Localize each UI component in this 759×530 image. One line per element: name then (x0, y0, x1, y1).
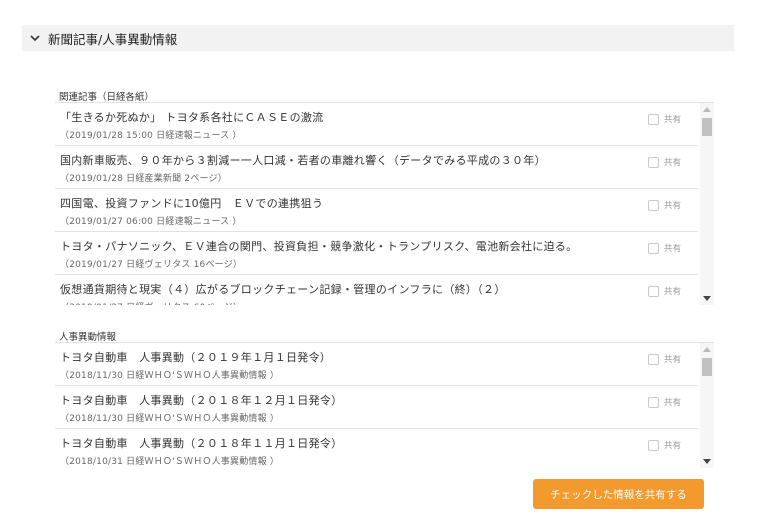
item-title-link[interactable]: 「生きるか死ぬか」 トヨタ系各社にＣＡＳＥの激流 (60, 109, 323, 125)
share-control[interactable]: 共有 (648, 396, 681, 408)
scroll-down-icon[interactable] (703, 296, 711, 301)
chevron-down-icon[interactable] (30, 33, 40, 43)
item-meta: （2019/01/27 日経ヴェリタス 16ページ） (60, 260, 243, 270)
personnel-list[interactable]: トヨタ自動車 人事異動（２０１９年１月１日発令） （2018/11/30 日経ＷＨ… (55, 342, 714, 468)
share-label: 共有 (664, 201, 682, 211)
section-header[interactable]: 新聞記事/人事異動情報 (22, 25, 734, 51)
share-label: 共有 (664, 115, 682, 125)
list-item: トヨタ・パナソニック、ＥＶ連合の関門、投資負担・競争激化・トランプリスク、電池新… (55, 232, 698, 275)
share-control[interactable]: 共有 (648, 156, 681, 168)
share-label: 共有 (664, 355, 682, 365)
articles-scrollbar[interactable] (700, 103, 714, 305)
scroll-down-icon[interactable] (703, 459, 711, 464)
share-label: 共有 (664, 287, 682, 297)
share-checkbox[interactable] (648, 113, 659, 125)
list-item: 仮想通貨期待と現実（４）広がるブロックチェーン記録・管理のインフラに（終）（２）… (55, 275, 698, 305)
share-control[interactable]: 共有 (648, 242, 681, 254)
share-label: 共有 (664, 158, 682, 168)
personnel-scrollbar[interactable] (700, 343, 714, 468)
share-label: 共有 (664, 244, 682, 254)
item-title-link[interactable]: トヨタ・パナソニック、ＥＶ連合の関門、投資負担・競争激化・トランプリスク、電池新… (60, 238, 578, 254)
item-meta: （2019/01/28 日経産業新聞 2ページ） (60, 174, 227, 184)
item-title-link[interactable]: 国内新車販売、９０年から３割減ー一人口減・若者の車離れ響く（データでみる平成の３… (60, 152, 546, 168)
share-checkbox[interactable] (648, 396, 659, 408)
share-checkbox[interactable] (648, 242, 659, 254)
share-checkbox[interactable] (648, 439, 659, 451)
share-control[interactable]: 共有 (648, 439, 681, 451)
share-checkbox[interactable] (648, 199, 659, 211)
share-control[interactable]: 共有 (648, 285, 681, 297)
share-control[interactable]: 共有 (648, 353, 681, 365)
list-item: 国内新車販売、９０年から３割減ー一人口減・若者の車離れ響く（データでみる平成の３… (55, 146, 698, 189)
item-meta: （2018/11/30 日経ＷＨＯ'ＳＷＨＯ人事異動情報 ） (60, 371, 280, 381)
articles-label: 関連記事（日経各紙） (59, 92, 155, 103)
share-control[interactable]: 共有 (648, 199, 681, 211)
share-control[interactable]: 共有 (648, 113, 681, 125)
share-checkbox[interactable] (648, 285, 659, 297)
personnel-label: 人事異動情報 (59, 332, 117, 343)
share-checked-button[interactable]: チェックした情報を共有する (533, 479, 704, 509)
item-meta: （2019/01/28 15:00 日経速報ニュース ） (60, 131, 242, 141)
item-title-link[interactable]: 仮想通貨期待と現実（４）広がるブロックチェーン記録・管理のインフラに（終）（２） (60, 281, 506, 297)
share-label: 共有 (664, 398, 682, 408)
share-checkbox[interactable] (648, 353, 659, 365)
list-item: 「生きるか死ぬか」 トヨタ系各社にＣＡＳＥの激流 （2019/01/28 15:0… (55, 103, 698, 146)
item-meta: （2018/11/30 日経ＷＨＯ'ＳＷＨＯ人事異動情報 ） (60, 414, 280, 424)
item-meta: （2019/01/27 日経ヴェリタス 60ページ） (60, 300, 242, 305)
item-title-link[interactable]: 四国電、投資ファンドに10億円 ＥＶでの連携狙う (60, 195, 323, 211)
list-item: トヨタ自動車 人事異動（２０１８年１１月１日発令） （2018/10/31 日経Ｗ… (55, 429, 698, 468)
item-meta: （2018/10/31 日経ＷＨＯ'ＳＷＨＯ人事異動情報 ） (60, 457, 280, 467)
articles-list[interactable]: 「生きるか死ぬか」 トヨタ系各社にＣＡＳＥの激流 （2019/01/28 15:0… (55, 102, 714, 305)
list-item: トヨタ自動車 人事異動（２０１８年１２月１日発令） （2018/11/30 日経Ｗ… (55, 386, 698, 429)
list-item: 四国電、投資ファンドに10億円 ＥＶでの連携狙う （2019/01/27 06:0… (55, 189, 698, 232)
item-title-link[interactable]: トヨタ自動車 人事異動（２０１９年１月１日発令） (60, 349, 331, 365)
scroll-thumb[interactable] (702, 118, 712, 136)
item-meta: （2019/01/27 06:00 日経速報ニュース ） (60, 217, 242, 227)
share-label: 共有 (664, 441, 682, 451)
item-title-link[interactable]: トヨタ自動車 人事異動（２０１８年１２月１日発令） (60, 392, 343, 408)
list-item: トヨタ自動車 人事異動（２０１９年１月１日発令） （2018/11/30 日経ＷＨ… (55, 343, 698, 386)
scroll-thumb[interactable] (702, 358, 712, 376)
scroll-up-icon[interactable] (703, 347, 711, 352)
share-checkbox[interactable] (648, 156, 659, 168)
item-title-link[interactable]: トヨタ自動車 人事異動（２０１８年１１月１日発令） (60, 435, 343, 451)
section-title: 新聞記事/人事異動情報 (48, 31, 178, 47)
scroll-up-icon[interactable] (703, 107, 711, 112)
